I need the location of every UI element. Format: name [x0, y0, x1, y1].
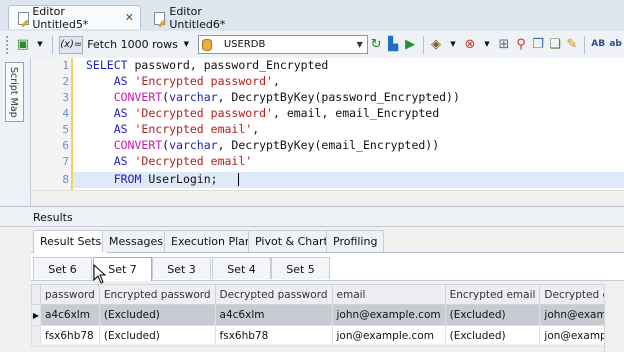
format-sql-icon[interactable]: ▙ [387, 37, 400, 53]
table-cell[interactable]: a4c6xlm [214, 304, 333, 326]
chevron-down-icon[interactable]: ▼ [353, 40, 367, 49]
current-row-arrow-icon: ▶ [31, 304, 41, 326]
stop-icon[interactable]: ⊗ [463, 37, 476, 53]
code-line[interactable]: CONVERT(varchar, DecryptByKey(email_Encr… [86, 138, 439, 152]
code-line[interactable]: FROM UserLogin; [86, 172, 239, 186]
tab-pivot-chart[interactable]: Pivot & Chart [248, 230, 335, 252]
script-map-label: Script Map [8, 67, 19, 118]
code-line[interactable]: AS 'Decrypted email' [86, 154, 253, 168]
line-number: 7 [62, 155, 69, 168]
toolbar-grip[interactable] [6, 35, 10, 54]
table-row[interactable]: ▶ a4c6xlm (Excluded) a4c6xlm john@exampl… [31, 304, 624, 326]
close-icon[interactable]: ✕ [125, 11, 134, 24]
tab-messages[interactable]: Messages [102, 230, 170, 252]
table-cell[interactable]: (Excluded) [444, 325, 541, 347]
sql-editor[interactable]: 1 2 3 4 5 6 7 8 SELECT password, passwor… [31, 58, 624, 207]
refresh-icon[interactable]: ↻ [370, 37, 383, 53]
horizontal-scrollbar[interactable] [31, 190, 624, 207]
code-line[interactable]: AS 'Encrypted password', [86, 74, 280, 88]
line-number: 5 [62, 123, 69, 136]
database-icon [201, 38, 212, 51]
table-cell[interactable]: a4c6xlm [40, 304, 100, 326]
results-grid: password Encrypted password Decrypted pa… [31, 284, 624, 347]
column-header[interactable]: Encrypted email [444, 284, 541, 305]
tab-result-sets[interactable]: Result Sets [33, 230, 109, 253]
tab-profiling[interactable]: Profiling [326, 230, 385, 252]
tab-label: Editor Untitled6* [169, 4, 226, 31]
transaction-icon[interactable]: ◈ [429, 37, 442, 53]
column-header[interactable]: email [331, 284, 446, 305]
lowercase-icon[interactable]: ab [609, 37, 622, 53]
line-number: 3 [62, 91, 69, 104]
uppercase-icon[interactable]: AB [591, 37, 605, 53]
line-number: 6 [62, 139, 69, 152]
results-title: Results [33, 211, 73, 224]
table-cell[interactable]: fsx6hb78 [40, 325, 100, 347]
toolbar-divider [52, 35, 54, 54]
column-header[interactable]: Encrypted password [98, 284, 216, 305]
header-row: password Encrypted password Decrypted pa… [31, 284, 624, 305]
editor-tab-bar: Editor Untitled5* ✕ Editor Untitled6* [0, 0, 624, 32]
table-cell[interactable]: jon@example.com [331, 325, 446, 347]
sql-editor-icon [153, 11, 167, 27]
line-number: 2 [62, 75, 69, 88]
change-bar [71, 58, 73, 190]
row-indicator-header [31, 284, 41, 305]
database-select[interactable]: USERDB ▼ [197, 35, 368, 54]
mouse-cursor-icon [93, 264, 107, 284]
comment-icon[interactable]: ✎ [565, 37, 578, 53]
copy-icon[interactable]: ❐ [531, 37, 544, 53]
line-number: 4 [62, 107, 69, 120]
tab-editor-untitled6[interactable]: Editor Untitled6* [144, 4, 264, 31]
code-line[interactable]: AS 'Decrypted password', email, email_En… [86, 106, 439, 120]
column-header[interactable]: Decrypted password [214, 284, 333, 305]
code-line[interactable]: AS 'Encrypted email', [86, 122, 259, 136]
toolbar-divider [422, 35, 424, 54]
table-cell[interactable]: fsx6hb78 [214, 325, 333, 347]
tab-label: Editor Untitled5* [32, 4, 89, 31]
fetch-dropdown-icon[interactable]: ▼ [180, 37, 193, 53]
execute-script-icon[interactable]: ▶ [404, 37, 417, 53]
transaction-dropdown-icon[interactable]: ▼ [446, 37, 459, 53]
tab-execution-plan[interactable]: Execution Plan [164, 230, 259, 252]
tab-set-4[interactable]: Set 4 [212, 257, 271, 279]
tab-set-6[interactable]: Set 6 [33, 257, 92, 279]
table-cell[interactable]: (Excluded) [98, 304, 216, 326]
script-map-button[interactable]: Script Map [5, 62, 24, 122]
fetch-rows-button[interactable]: Fetch 1000 rows [87, 38, 178, 51]
run-dropdown-icon[interactable]: ▼ [33, 37, 46, 53]
vertical-scrollbar[interactable] [604, 284, 624, 352]
code-line[interactable]: SELECT password, password_Encrypted [86, 58, 328, 72]
options-dropdown-icon[interactable]: ▼ [480, 37, 493, 53]
table-cell[interactable]: john@example.com [331, 304, 446, 326]
column-header[interactable]: password [40, 284, 100, 305]
editor-toolbar: ▣ ▼ (x)= Fetch 1000 rows ▼ USERDB ▼ ↻ ▙ … [0, 31, 624, 59]
find-icon[interactable]: ⚲ [514, 37, 527, 53]
results-tab-strip: Result Sets Messages Execution Plan Pivo… [31, 227, 624, 253]
results-table: password Encrypted password Decrypted pa… [31, 284, 624, 347]
result-set-tabs: Set 6 Set 7 Set 3 Set 4 Set 5 [31, 253, 624, 281]
table-row[interactable]: fsx6hb78 (Excluded) fsx6hb78 jon@example… [31, 325, 624, 347]
table-cell[interactable]: (Excluded) [98, 325, 216, 347]
toggle-panel-icon[interactable]: ⊞ [497, 37, 510, 53]
run-icon[interactable]: ▣ [16, 37, 29, 53]
code-line[interactable]: CONVERT(varchar, DecryptByKey(password_E… [86, 90, 460, 104]
toolbar-divider [584, 35, 586, 54]
variables-icon[interactable]: (x)= [59, 35, 84, 54]
database-select-value: USERDB [223, 39, 266, 50]
tab-editor-untitled5[interactable]: Editor Untitled5* ✕ [8, 4, 141, 31]
results-panel-header: Results [0, 206, 624, 227]
row-indicator [31, 325, 41, 347]
table-cell[interactable]: (Excluded) [444, 304, 541, 326]
paste-icon[interactable]: ❏ [548, 37, 561, 53]
tab-set-5[interactable]: Set 5 [271, 257, 330, 279]
tab-set-3[interactable]: Set 3 [152, 257, 211, 279]
sql-editor-icon [17, 11, 30, 27]
text-cursor [237, 173, 239, 186]
line-number: 8 [62, 173, 69, 186]
line-number: 1 [62, 59, 69, 72]
